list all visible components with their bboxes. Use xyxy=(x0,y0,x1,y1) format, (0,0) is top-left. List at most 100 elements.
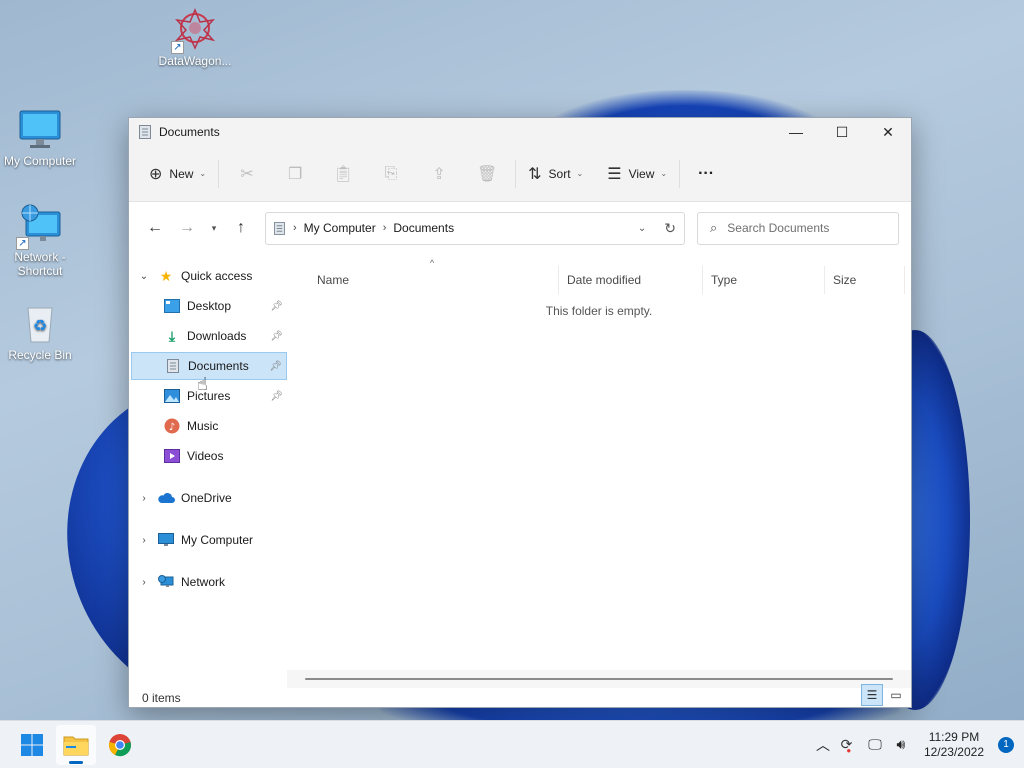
svg-text:♪: ♪ xyxy=(169,422,175,433)
close-button[interactable]: ✕ xyxy=(865,118,911,146)
forward-button[interactable]: → xyxy=(171,212,203,244)
sidebar-item-label: Downloads xyxy=(187,329,247,343)
documents-icon xyxy=(164,357,182,375)
back-button[interactable]: ← xyxy=(139,212,171,244)
sidebar-item-quick-access[interactable]: ⌄ ★ Quick access xyxy=(131,262,287,290)
taskbar: ︿ ⟳● 🖵︎ 🔊︎ 11:29 PM 12/23/2022 1 xyxy=(0,720,1024,768)
column-header-label: Type xyxy=(711,273,738,287)
arrow-up-icon: ↑ xyxy=(237,219,245,236)
clipboard-icon: 📋︎ xyxy=(332,165,354,183)
clock-time: 11:29 PM xyxy=(928,729,980,744)
chevron-right-icon[interactable]: › xyxy=(131,577,157,588)
desktop-icon-datawagon[interactable]: ↗ DataWagon... xyxy=(155,8,235,68)
network-icon: ↗ xyxy=(16,204,62,250)
scrollbar-thumb[interactable] xyxy=(305,678,893,680)
view-button-label: View xyxy=(628,166,655,181)
status-bar: 0 items ☰ ▭ xyxy=(129,684,911,708)
sync-alert-icon[interactable]: ⟳● xyxy=(840,736,858,755)
breadcrumb-my-computer[interactable]: My Computer xyxy=(304,221,376,235)
toolbar-divider xyxy=(218,159,220,188)
details-view-button[interactable]: ☰ xyxy=(861,684,883,706)
horizontal-scrollbar[interactable] xyxy=(287,670,911,688)
arrow-right-icon: → xyxy=(179,219,195,236)
breadcrumb-chevron-icon: › xyxy=(382,222,387,234)
chevron-right-icon[interactable]: › xyxy=(131,535,157,546)
chevron-right-icon[interactable]: › xyxy=(131,493,157,504)
sidebar-item-label: Pictures xyxy=(187,389,231,403)
shortcut-arrow-icon: ↗ xyxy=(171,41,184,54)
sidebar-item-label: Music xyxy=(187,419,219,433)
chevron-down-icon[interactable]: ⌄ xyxy=(131,271,157,282)
search-box[interactable]: ⌕ Search Documents xyxy=(697,211,899,245)
sidebar-item-pictures[interactable]: Pictures 📌︎ xyxy=(131,382,287,410)
rename-icon: ⎘ xyxy=(384,164,398,182)
file-explorer-taskbar-button[interactable] xyxy=(56,724,96,765)
paste-button[interactable]: 📋︎ xyxy=(319,157,367,191)
more-options-button[interactable]: ··· xyxy=(684,157,728,191)
column-header-size[interactable]: Size xyxy=(825,266,905,294)
cut-button[interactable]: ✂ xyxy=(223,157,271,191)
start-button[interactable] xyxy=(12,725,52,765)
search-placeholder: Search Documents xyxy=(727,221,830,235)
column-header-label: Date modified xyxy=(567,273,642,287)
share-button[interactable]: ⇪ xyxy=(415,157,463,191)
list-view-icon: ☰ xyxy=(607,165,622,183)
desktop-icon-recycle-bin[interactable]: ♻ Recycle Bin xyxy=(0,302,80,362)
sidebar-item-desktop[interactable]: Desktop 📌︎ xyxy=(131,292,287,320)
title-bar[interactable]: Documents — ☐ ✕ xyxy=(129,118,911,146)
file-explorer-window: Documents — ☐ ✕ ⊕ New ⌄ ✂ ❐ 📋︎ ⎘ ⇪ 🗑︎ ⇅ … xyxy=(128,117,912,708)
sidebar-item-label: Quick access xyxy=(181,269,253,283)
sidebar-item-my-computer[interactable]: › My Computer xyxy=(131,526,287,554)
clock[interactable]: 11:29 PM 12/23/2022 xyxy=(924,730,984,760)
desktop-icon-network-shortcut[interactable]: ↗ Network - Shortcut xyxy=(0,204,80,278)
large-icons-view-button[interactable]: ▭ xyxy=(885,684,907,706)
recycle-bin-icon: ♻ xyxy=(18,302,62,346)
sidebar-item-network[interactable]: › Network xyxy=(131,568,287,596)
details-view-icon: ☰ xyxy=(866,688,878,702)
navigation-pane: ⌄ ★ Quick access Desktop 📌︎ ⤓ Downloads … xyxy=(129,254,287,688)
sidebar-item-music[interactable]: ♪ Music xyxy=(131,412,287,440)
address-bar[interactable]: › My Computer › Documents ⌄ ↻ xyxy=(265,211,685,245)
desktop-folder-icon xyxy=(163,297,181,315)
new-button[interactable]: ⊕ New ⌄ xyxy=(141,157,214,191)
speaker-icon[interactable]: 🔊︎ xyxy=(892,736,910,753)
chevron-up-icon[interactable]: ︿ xyxy=(814,735,832,755)
monitor-icon xyxy=(18,108,62,152)
up-button[interactable]: ↑ xyxy=(225,212,257,244)
sidebar-item-videos[interactable]: Videos xyxy=(131,442,287,470)
toolbar-divider xyxy=(515,159,517,188)
column-header-name[interactable]: Name xyxy=(287,266,559,294)
minimize-button[interactable]: — xyxy=(773,118,819,146)
chevron-down-icon: ⌄ xyxy=(576,169,584,178)
desktop-icon-label: DataWagon... xyxy=(158,54,232,68)
address-dropdown-icon[interactable]: ⌄ xyxy=(638,223,646,234)
network-icon xyxy=(157,573,175,591)
music-icon: ♪ xyxy=(163,417,181,435)
notification-badge[interactable]: 1 xyxy=(998,736,1014,753)
column-header-type[interactable]: Type xyxy=(703,266,825,294)
refresh-icon[interactable]: ↻ xyxy=(664,220,676,237)
rename-button[interactable]: ⎘ xyxy=(367,157,415,191)
maximize-button[interactable]: ☐ xyxy=(819,118,865,146)
sidebar-item-downloads[interactable]: ⤓ Downloads 📌︎ xyxy=(131,322,287,350)
column-header-date-modified[interactable]: Date modified xyxy=(559,266,703,294)
network-tray-icon[interactable]: 🖵︎ xyxy=(866,736,884,753)
chrome-icon xyxy=(109,733,131,756)
videos-icon xyxy=(163,447,181,465)
windows-logo-icon xyxy=(21,733,43,756)
trash-icon: 🗑︎ xyxy=(476,165,498,183)
recent-locations-button[interactable]: ▾ xyxy=(203,212,225,244)
copy-icon: ❐ xyxy=(287,165,303,183)
sidebar-item-onedrive[interactable]: › OneDrive xyxy=(131,484,287,512)
desktop-icon-my-computer[interactable]: My Computer xyxy=(0,108,80,168)
sort-button-label: Sort xyxy=(548,166,571,181)
chrome-taskbar-button[interactable] xyxy=(100,725,140,765)
view-button[interactable]: ☰ View ⌄ xyxy=(599,157,675,191)
copy-button[interactable]: ❐ xyxy=(271,157,319,191)
clock-date: 12/23/2022 xyxy=(923,744,984,759)
sort-button[interactable]: ⇅ Sort ⌄ xyxy=(520,157,591,191)
file-list-pane[interactable]: ^ Name Date modified Type Size This fold… xyxy=(287,254,911,688)
breadcrumb-documents[interactable]: Documents xyxy=(393,221,454,235)
delete-button[interactable]: 🗑︎ xyxy=(463,157,511,191)
sidebar-item-documents[interactable]: Documents 📌︎ xyxy=(131,352,287,380)
